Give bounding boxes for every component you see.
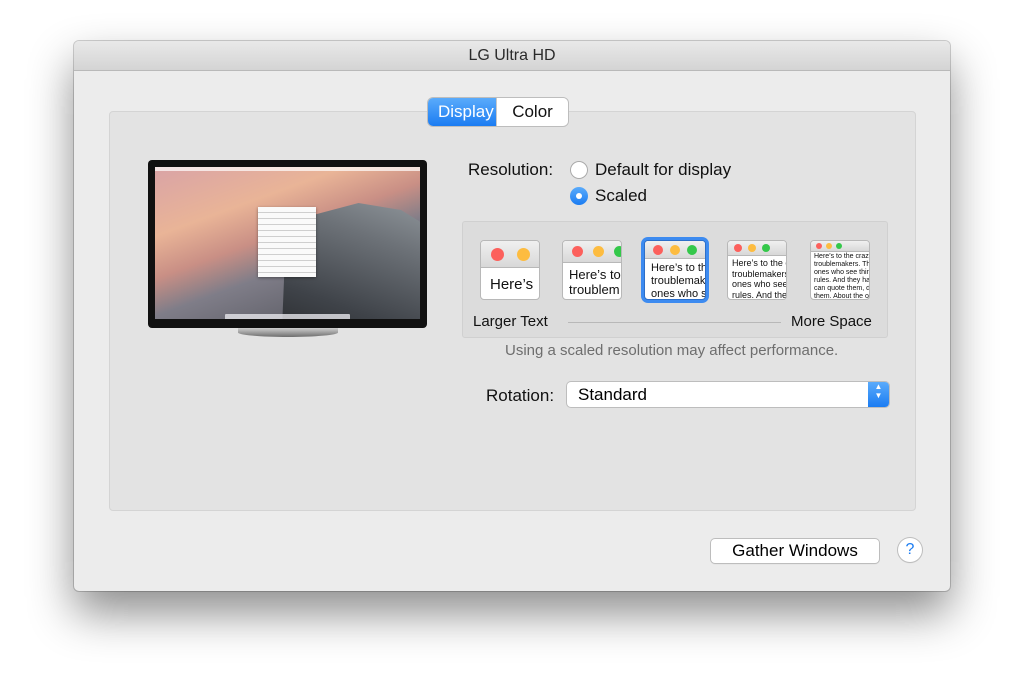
traffic-light-yellow-icon	[826, 243, 832, 249]
radio-default-label[interactable]: Default for display	[595, 160, 731, 180]
rotation-label: Rotation:	[486, 386, 555, 405]
scale-option-2[interactable]: Here’s to troublem	[562, 240, 622, 300]
traffic-light-yellow-icon	[748, 244, 756, 252]
traffic-light-yellow-icon	[593, 246, 604, 257]
scale-option-4[interactable]: Here’s to the cr troublemakers. ones who…	[727, 240, 787, 300]
tab-bar: Display Color	[428, 98, 568, 126]
radio-scaled-label[interactable]: Scaled	[595, 186, 647, 206]
traffic-light-red-icon	[491, 248, 504, 261]
traffic-light-red-icon	[734, 244, 742, 252]
scale-sample-text: Here’s	[490, 276, 534, 293]
radio-scaled[interactable]	[570, 187, 588, 205]
display-preview-image	[148, 160, 427, 328]
mini-document-window	[258, 207, 316, 277]
rotation-select[interactable]: Standard ▲ ▼	[567, 382, 889, 407]
scale-option-5[interactable]: Here’s to the crazy one troublemakers. T…	[810, 240, 870, 300]
traffic-light-red-icon	[816, 243, 822, 249]
scale-sample-text: Here’s to the crazy one troublemakers. T…	[814, 253, 870, 300]
mini-dock	[225, 314, 350, 319]
larger-text-label: Larger Text	[473, 313, 548, 330]
tab-display[interactable]: Display	[428, 98, 496, 126]
performance-note: Using a scaled resolution may affect per…	[505, 342, 839, 359]
radio-default-for-display[interactable]	[570, 161, 588, 179]
scale-sample-text: Here’s to troublem	[569, 267, 621, 297]
scale-sample-text: Here’s to th troublemak ones who s	[651, 262, 706, 300]
traffic-light-green-icon	[836, 243, 842, 249]
scaling-chooser: Here’s Here’s to troublem Here’s to th t…	[462, 221, 888, 338]
traffic-light-yellow-icon	[670, 245, 680, 255]
resolution-label: Resolution:	[468, 160, 554, 179]
traffic-light-green-icon	[762, 244, 770, 252]
window-title: LG Ultra HD	[74, 41, 950, 71]
desktop-wallpaper	[155, 167, 420, 319]
scale-option-1[interactable]: Here’s	[480, 240, 540, 300]
more-space-label: More Space	[791, 313, 872, 330]
traffic-light-red-icon	[572, 246, 583, 257]
popup-arrows-icon: ▲ ▼	[868, 382, 889, 407]
scale-sample-text: Here’s to the cr troublemakers. ones who…	[732, 258, 787, 300]
rotation-value: Standard	[578, 385, 647, 404]
help-button[interactable]: ?	[898, 538, 922, 562]
scale-divider-line	[568, 322, 781, 323]
gather-windows-button[interactable]: Gather Windows	[711, 539, 879, 563]
monitor-stand	[238, 328, 338, 337]
traffic-light-red-icon	[653, 245, 663, 255]
tab-color[interactable]: Color	[496, 98, 568, 126]
scale-option-3-selected[interactable]: Here’s to th troublemak ones who s	[644, 240, 706, 300]
traffic-light-yellow-icon	[517, 248, 530, 261]
traffic-light-green-icon	[614, 246, 621, 257]
traffic-light-green-icon	[687, 245, 697, 255]
mini-menubar	[155, 167, 420, 171]
display-preferences-window: LG Ultra HD Display Color Resolution: De…	[74, 41, 950, 591]
